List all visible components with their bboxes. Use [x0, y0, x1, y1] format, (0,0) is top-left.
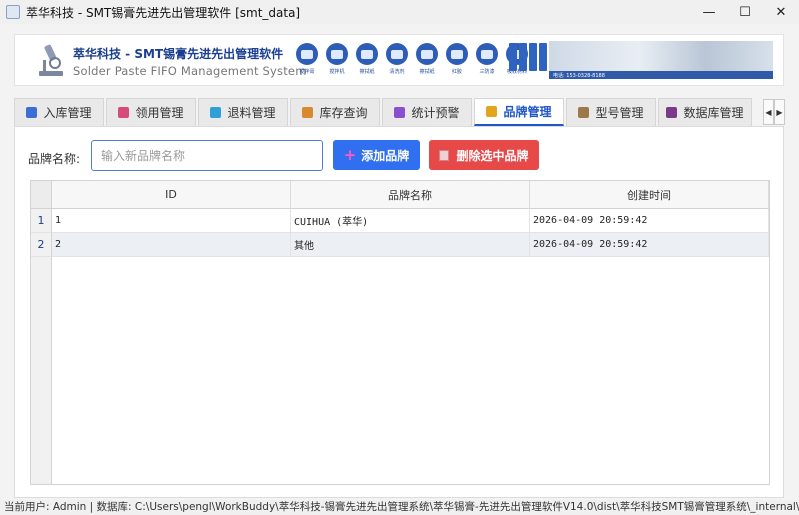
table-row[interactable]: 1 1 CUIHUA (萃华) 2026-04-09 20:59:42: [31, 209, 769, 233]
product-icon: 清洗剂: [383, 43, 411, 75]
brand-name-label: 品牌名称:: [28, 152, 81, 166]
delete-brand-button[interactable]: 删除选中品牌: [429, 140, 539, 170]
tab-model[interactable]: 型号管理: [566, 98, 656, 126]
brand-name-input[interactable]: [91, 140, 323, 171]
column-header[interactable]: 品牌名称: [291, 181, 530, 209]
tab-tag[interactable]: 品牌管理: [474, 98, 564, 126]
brand-table[interactable]: ID 品牌名称 创建时间 1 1 CUIHUA (萃华) 2026-04-09 20:59:…: [30, 180, 770, 485]
banner-vertical-labels: [509, 43, 549, 71]
product-icon-caption: 搅拌机: [329, 69, 345, 75]
product-icon-caption: 擦拭纸: [419, 69, 435, 75]
save-icon: [666, 107, 678, 118]
close-button[interactable]: ✕: [763, 0, 799, 24]
add-brand-label: 添加品牌: [361, 148, 410, 163]
product-icon: 三防漆: [473, 43, 501, 75]
column-header[interactable]: ID: [52, 181, 291, 209]
tab-chart[interactable]: 统计预警: [382, 98, 472, 126]
product-icon: 擦拭纸: [353, 43, 381, 75]
row-number[interactable]: 1: [31, 209, 52, 233]
tab-label: 入库管理: [43, 106, 92, 120]
brand-subtitle: Solder Paste FIFO Management System: [73, 64, 307, 78]
table-row[interactable]: 2 2 其他 2026-04-09 20:59:42: [31, 233, 769, 257]
product-icon-caption: 擦拭纸: [359, 69, 375, 75]
tab-label: 品牌管理: [503, 105, 552, 119]
product-icon: 搅拌膏: [293, 43, 321, 75]
box-icon: [302, 107, 314, 118]
table-cell-id[interactable]: 1: [52, 209, 291, 233]
window-title: 萃华科技 - SMT锡膏先进先出管理软件 [smt_data]: [26, 5, 301, 20]
tab-label: 退料管理: [227, 106, 276, 120]
tag-icon: [486, 106, 498, 117]
add-brand-button[interactable]: + 添加品牌: [333, 140, 420, 170]
tab-box[interactable]: 库存查询: [290, 98, 380, 126]
table-cell-name[interactable]: 其他: [291, 233, 530, 257]
factory-photo: 电话: 153-0328-8188: [549, 41, 773, 79]
table-cell-id[interactable]: 2: [52, 233, 291, 257]
chart-icon: [394, 107, 406, 118]
product-icon: 红胶: [443, 43, 471, 75]
table-corner[interactable]: [31, 181, 52, 209]
return-icon: [210, 107, 222, 118]
tab-save[interactable]: 数据库管理: [658, 98, 752, 126]
plus-icon: +: [343, 146, 357, 164]
product-icon-caption: 红胶: [451, 69, 462, 75]
table-cell-created[interactable]: 2026-04-09 20:59:42: [530, 209, 769, 233]
tab-label: 库存查询: [319, 106, 368, 120]
product-icon-caption: 清洗剂: [389, 69, 405, 75]
tab-scroll-left-icon[interactable]: ◀: [763, 99, 774, 125]
tab-issue[interactable]: 领用管理: [106, 98, 196, 126]
trash-icon: [439, 149, 450, 161]
minimize-button[interactable]: —: [691, 0, 727, 24]
product-icon: 搅拌机: [323, 43, 351, 75]
table-cell-name[interactable]: CUIHUA (萃华): [291, 209, 530, 233]
row-number[interactable]: 2: [31, 233, 52, 257]
tab-scroll-right-icon[interactable]: ▶: [774, 99, 785, 125]
main-tabs: 入库管理 领用管理 退料管理 库存查询 统计预警 品牌管理 型号管理 数据库管理: [14, 98, 774, 126]
tab-inbound[interactable]: 入库管理: [14, 98, 104, 126]
tab-label: 领用管理: [135, 106, 184, 120]
tab-label: 型号管理: [595, 106, 644, 120]
product-icon-caption: 三防漆: [479, 69, 495, 75]
microscope-logo-icon: [39, 44, 63, 76]
product-icon: 擦拭纸: [413, 43, 441, 75]
product-icons: 搅拌膏 搅拌机 擦拭纸 清洗剂 擦拭纸 红胶 三防漆 吸收材料: [293, 43, 533, 75]
banner-contact: 电话: 153-0328-8188: [553, 73, 605, 79]
maximize-button[interactable]: ☐: [727, 0, 763, 24]
title-bar: 萃华科技 - SMT锡膏先进先出管理软件 [smt_data] — ☐ ✕: [0, 0, 799, 24]
issue-icon: [118, 107, 130, 118]
tab-label: 数据库管理: [683, 106, 744, 120]
model-icon: [578, 107, 590, 118]
product-icon-caption: 搅拌膏: [299, 69, 315, 75]
header-banner: 萃华科技 - SMT锡膏先进先出管理软件 Solder Paste FIFO M…: [14, 34, 784, 86]
tab-return[interactable]: 退料管理: [198, 98, 288, 126]
tab-label: 统计预警: [411, 106, 460, 120]
tab-scroll: ◀ ▶: [763, 99, 785, 125]
column-header[interactable]: 创建时间: [530, 181, 769, 209]
delete-brand-label: 删除选中品牌: [456, 148, 529, 163]
app-icon: [6, 5, 20, 19]
inbound-icon: [26, 107, 38, 118]
status-bar: 当前用户: Admin | 数据库: C:\Users\pengl\WorkBu…: [0, 500, 799, 515]
table-cell-created[interactable]: 2026-04-09 20:59:42: [530, 233, 769, 257]
brand-title: 萃华科技 - SMT锡膏先进先出管理软件: [73, 47, 284, 61]
window-controls: — ☐ ✕: [691, 0, 799, 24]
